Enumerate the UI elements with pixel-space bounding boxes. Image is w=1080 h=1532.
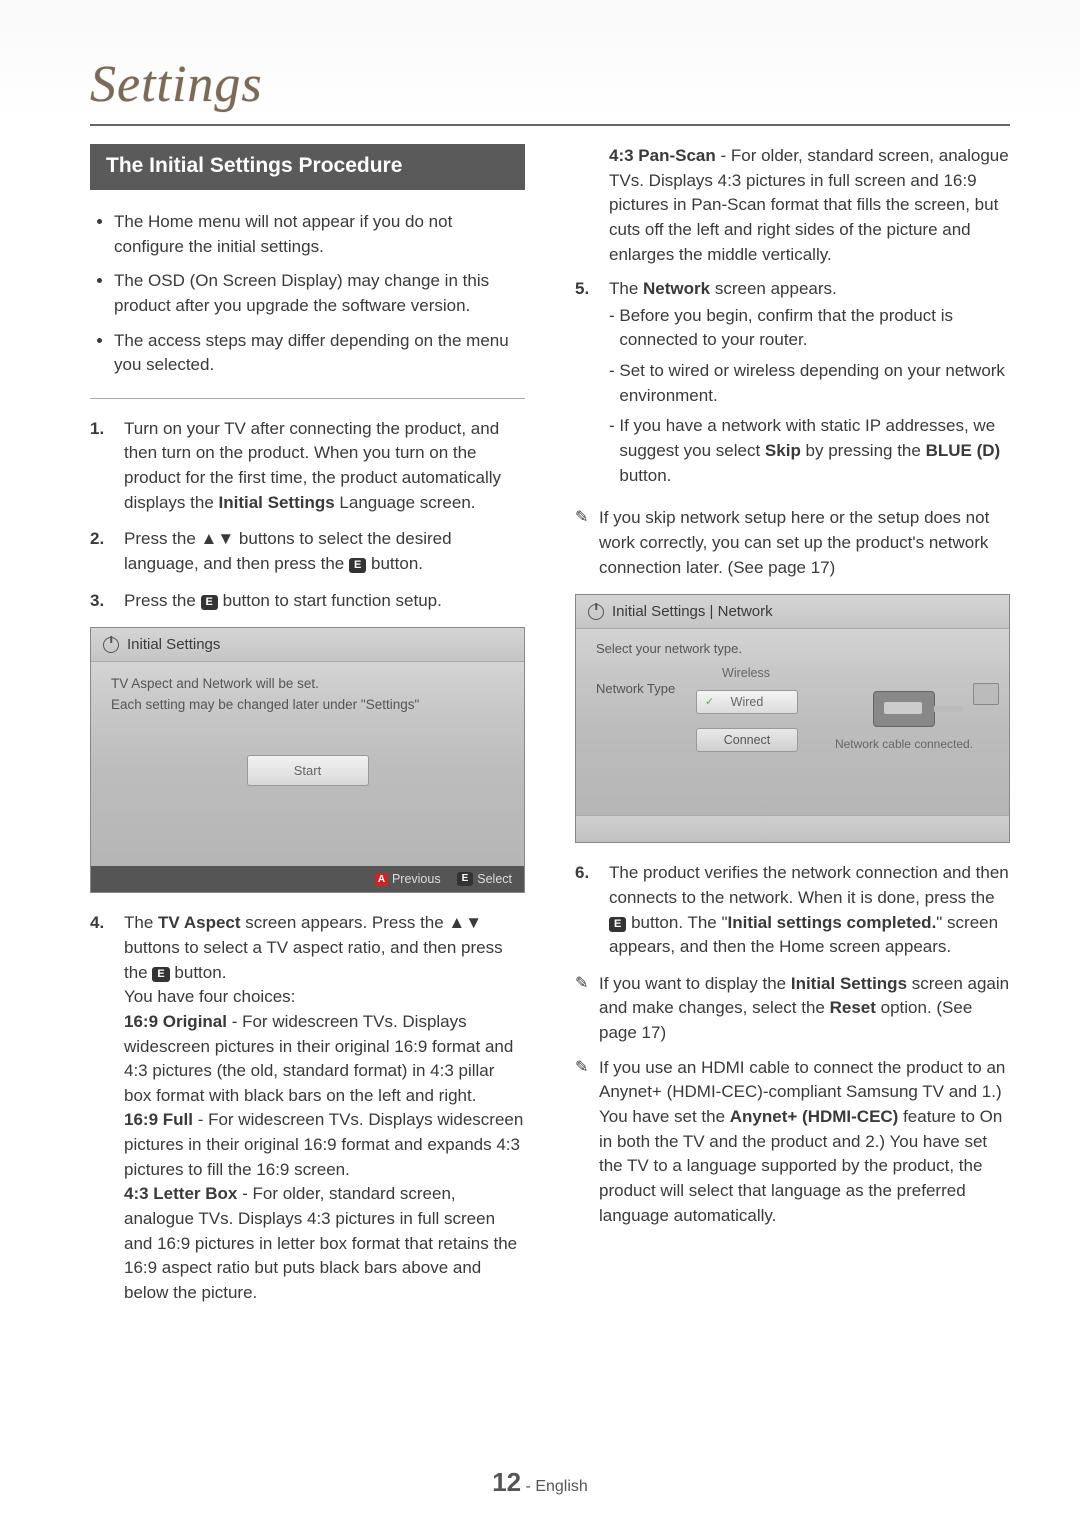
step-6: 6. The product verifies the network conn…: [575, 861, 1010, 960]
osd-header: Initial Settings | Network: [576, 595, 1009, 629]
step-number: 2.: [90, 527, 124, 576]
step-body: The product verifies the network connect…: [609, 861, 1010, 960]
step4-continued: 4:3 Pan-Scan - For older, standard scree…: [575, 144, 1010, 267]
note-icon: ✎: [575, 506, 599, 580]
osd-previous-hint: A Previous: [375, 872, 441, 886]
step-6-block: 6. The product verifies the network conn…: [575, 861, 1010, 960]
step-5: 5. The Network screen appears. Before yo…: [575, 277, 1010, 494]
osd-network-right: Network cable connected.: [819, 641, 989, 801]
power-icon: [103, 637, 119, 653]
osd-network-settings: Initial Settings | Network Select your n…: [575, 594, 1010, 843]
step-number: 4.: [90, 911, 124, 1305]
modem-icon: [973, 683, 999, 705]
page-number: 12 - English: [0, 1467, 1080, 1498]
step-number: 1.: [90, 417, 124, 516]
osd-footer: A Previous E Select: [91, 866, 524, 892]
osd-line: Each setting may be changed later under …: [111, 695, 504, 715]
connect-button[interactable]: Connect: [696, 728, 798, 752]
section-banner: The Initial Settings Procedure: [90, 144, 525, 190]
network-option-wired[interactable]: Wired: [696, 690, 798, 714]
note-box: The Home menu will not appear if you do …: [90, 204, 525, 399]
step-4-block: 4. The TV Aspect screen appears. Press t…: [90, 911, 525, 1305]
document-page: Settings The Initial Settings Procedure …: [0, 0, 1080, 1532]
osd-title: Initial Settings: [127, 636, 220, 653]
note-icon: ✎: [575, 972, 599, 1046]
network-status: Network cable connected.: [835, 737, 973, 751]
right-column: 4:3 Pan-Scan - For older, standard scree…: [575, 144, 1010, 1318]
step-number: 3.: [90, 589, 124, 614]
step-number: 5.: [575, 277, 609, 494]
step-2: 2. Press the ▲▼ buttons to select the de…: [90, 527, 525, 576]
osd-select-hint: E Select: [457, 872, 512, 886]
network-type-row: Network Type Wireless Wired: [596, 662, 799, 714]
title-rule: [90, 124, 1010, 126]
tip-reset: ✎ If you want to display the Initial Set…: [575, 972, 1010, 1046]
network-type-options: Wireless Wired: [696, 662, 798, 714]
enter-button-icon: E: [349, 558, 366, 573]
osd-initial-settings: Initial Settings TV Aspect and Network w…: [90, 627, 525, 893]
ordered-steps: 1. Turn on your TV after connecting the …: [90, 417, 525, 613]
osd-prompt: Select your network type.: [596, 641, 799, 656]
dash-item: Before you begin, confirm that the produ…: [609, 304, 1010, 353]
step-body: The Network screen appears. Before you b…: [609, 277, 1010, 494]
osd-body: TV Aspect and Network will be set. Each …: [91, 662, 524, 866]
page-title: Settings: [90, 55, 1010, 114]
note-item: The OSD (On Screen Display) may change i…: [114, 269, 521, 318]
router-icon: [873, 691, 935, 727]
osd-footer-bar: [576, 815, 1009, 842]
left-column: The Initial Settings Procedure The Home …: [90, 144, 525, 1318]
power-icon: [588, 604, 604, 620]
osd-header: Initial Settings: [91, 628, 524, 662]
enter-button-icon: E: [152, 967, 169, 982]
note-icon: ✎: [575, 1056, 599, 1228]
dash-item: Set to wired or wireless depending on yo…: [609, 359, 1010, 408]
step-body: The TV Aspect screen appears. Press the …: [124, 911, 525, 1305]
osd-network-left: Select your network type. Network Type W…: [596, 641, 799, 801]
a-key-icon: A: [375, 873, 388, 886]
step-body: Turn on your TV after connecting the pro…: [124, 417, 525, 516]
note-item: The access steps may differ depending on…: [114, 329, 521, 378]
network-type-label: Network Type: [596, 681, 686, 696]
enter-button-icon: E: [457, 872, 474, 886]
step-1: 1. Turn on your TV after connecting the …: [90, 417, 525, 516]
step-4: 4. The TV Aspect screen appears. Press t…: [90, 911, 525, 1305]
two-column-layout: The Initial Settings Procedure The Home …: [90, 144, 1010, 1318]
step-3: 3. Press the E button to start function …: [90, 589, 525, 614]
tip-anynet: ✎ If you use an HDMI cable to connect th…: [575, 1056, 1010, 1228]
step-number: 6.: [575, 861, 609, 960]
osd-title: Initial Settings | Network: [612, 603, 773, 620]
enter-button-icon: E: [201, 595, 218, 610]
step-body: Press the E button to start function set…: [124, 589, 525, 614]
tip-skip-network: ✎ If you skip network setup here or the …: [575, 506, 1010, 580]
osd-line: TV Aspect and Network will be set.: [111, 674, 504, 694]
network-option-wireless[interactable]: Wireless: [696, 662, 796, 684]
note-item: The Home menu will not appear if you do …: [114, 210, 521, 259]
step-body: Press the ▲▼ buttons to select the desir…: [124, 527, 525, 576]
step5-sublist: Before you begin, confirm that the produ…: [609, 304, 1010, 488]
osd-body: Select your network type. Network Type W…: [576, 629, 1009, 815]
osd-start-button[interactable]: Start: [247, 755, 369, 787]
dash-item: If you have a network with static IP add…: [609, 414, 1010, 488]
enter-button-icon: E: [609, 917, 626, 932]
step-5-block: 5. The Network screen appears. Before yo…: [575, 277, 1010, 494]
